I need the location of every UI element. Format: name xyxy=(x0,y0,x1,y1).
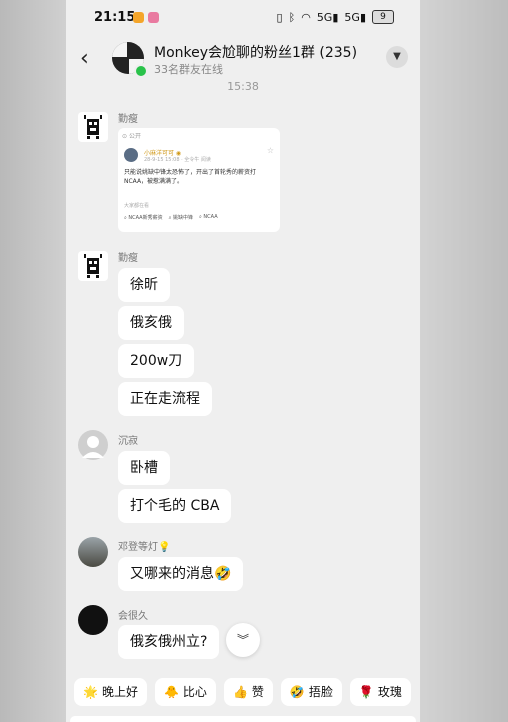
notification-app-icon-2 xyxy=(148,12,159,23)
avatar[interactable] xyxy=(78,112,108,142)
sender-name: 勤瘦 xyxy=(118,114,138,125)
card-tag-label: NCAA xyxy=(203,214,218,220)
message-bubble[interactable]: 又哪来的消息🤣 xyxy=(118,557,244,591)
card-text: 只能说姚缺中锋太恐怖了，开出了首轮秀的薪资打NCAA，被惹满满了。 xyxy=(124,169,257,185)
quick-reply-emoji: 🤣 xyxy=(289,685,305,699)
status-time: 21:15 xyxy=(94,10,136,25)
quick-reply-chip[interactable]: 👍 赞 xyxy=(223,678,273,706)
card-tags: ⌕ NCAA新秀薪资 ⌕ 姚缺中锋 ⌕ NCAA xyxy=(124,214,218,221)
card-footer: 大家都在看 xyxy=(124,203,150,209)
message-bubble[interactable]: 俄亥俄 xyxy=(118,306,184,340)
card-tag[interactable]: ⌕ 姚缺中锋 xyxy=(169,214,193,221)
shared-post-card[interactable]: ⊙ 公开 小麻洋可可 ◉ 28-9-15 15:08 · 全令牛 阅读 ☆ 只能… xyxy=(118,128,280,232)
avatar[interactable] xyxy=(78,251,108,281)
quick-reply-emoji: 🌟 xyxy=(83,685,98,699)
message-bubble[interactable]: 打个毛的 CBA xyxy=(118,489,232,523)
sender-name: 邓登等灯💡 xyxy=(118,542,171,553)
quick-reply-emoji: 👍 xyxy=(232,685,248,699)
signal-icon-2: 5G▮ xyxy=(344,10,366,24)
group-title[interactable]: Monkey会尬聊的粉丝1群 (235) xyxy=(154,42,357,62)
quick-reply-label: 捂脸 xyxy=(308,685,333,699)
chat-header: ‹ Monkey会尬聊的粉丝1群 (235) 33名群友在线 ▼ xyxy=(66,38,420,78)
status-bar: 21:15 ▯ ᛒ ◠ 5G▮ 5G▮ 9 xyxy=(66,0,420,36)
robot-avatar-icon xyxy=(84,254,102,278)
quick-reply-label: 赞 xyxy=(251,685,264,699)
quick-reply-label: 比心 xyxy=(182,685,207,699)
bluetooth-icon: ᛒ xyxy=(288,10,296,24)
background-right xyxy=(420,0,508,722)
card-visibility-label: 公开 xyxy=(128,133,141,140)
caret-down-icon[interactable]: ▼ xyxy=(386,46,408,68)
avatar[interactable] xyxy=(78,537,108,567)
signal-label-2: 5G xyxy=(344,10,360,24)
quick-reply-label: 玫瑰 xyxy=(377,685,402,699)
background-left xyxy=(0,0,66,722)
sender-name: 会很久 xyxy=(118,611,148,622)
card-tag[interactable]: ⌕ NCAA xyxy=(199,214,218,221)
avatar[interactable] xyxy=(78,605,108,635)
quick-reply-chip[interactable]: 🐥 比心 xyxy=(154,678,216,706)
quick-reply-chip[interactable]: 🌹 玫瑰 xyxy=(349,678,411,706)
card-user-avatar xyxy=(124,148,138,162)
avatar[interactable] xyxy=(78,430,108,460)
notification-app-icon xyxy=(133,12,144,23)
robot-avatar-icon xyxy=(84,115,102,139)
back-button[interactable]: ‹ xyxy=(80,46,89,71)
message-bubble[interactable]: 卧槽 xyxy=(118,451,170,485)
card-tag-label: NCAA新秀薪资 xyxy=(128,215,163,221)
quick-reply-emoji: 🌹 xyxy=(358,685,374,699)
message-input[interactable] xyxy=(70,716,416,722)
message-bubble[interactable]: 徐昕 xyxy=(118,268,170,302)
double-chevron-down-icon[interactable]: ︾ xyxy=(226,623,260,657)
wifi-icon: ◠ xyxy=(301,10,311,24)
message-bubble[interactable]: 俄亥俄州立? xyxy=(118,625,220,659)
status-right: ▯ ᛒ ◠ 5G▮ 5G▮ 9 xyxy=(277,10,394,24)
online-status-dot xyxy=(134,64,148,78)
avatar-tile xyxy=(112,42,127,57)
card-visibility: ⊙ 公开 xyxy=(122,133,141,140)
message-bubble[interactable]: 200w刀 xyxy=(118,344,195,378)
quick-reply-label: 晚上好 xyxy=(101,685,138,699)
card-tag-label: 姚缺中锋 xyxy=(173,215,194,221)
phone-screen: 21:15 ▯ ᛒ ◠ 5G▮ 5G▮ 9 ‹ Monkey会尬聊的粉丝1群 (… xyxy=(66,0,420,722)
message-bubble[interactable]: 正在走流程 xyxy=(118,382,212,416)
quick-reply-chip[interactable]: 🌟 晚上好 xyxy=(74,678,147,706)
message-timestamp: 15:38 xyxy=(227,80,259,93)
card-content: 小麻洋可可 ◉ 28-9-15 15:08 · 全令牛 阅读 ☆ 只能说姚缺中锋… xyxy=(124,144,276,230)
online-count: 33名群友在线 xyxy=(154,63,223,76)
sender-name: 沉寂 xyxy=(118,436,138,447)
signal-icon-1: 5G▮ xyxy=(316,10,339,24)
sender-name: 勤瘦 xyxy=(118,253,138,264)
quick-reply-chip[interactable]: 🤣 捂脸 xyxy=(280,678,342,706)
card-tag[interactable]: ⌕ NCAA新秀薪资 xyxy=(124,214,163,221)
default-user-icon xyxy=(82,436,104,458)
card-meta: 28-9-15 15:08 · 全令牛 阅读 xyxy=(144,157,211,163)
star-icon[interactable]: ☆ xyxy=(267,146,274,155)
battery-icon: 9 xyxy=(372,10,394,24)
quick-reply-bar: 🌟 晚上好 🐥 比心 👍 赞 🤣 捂脸 🌹 玫瑰 xyxy=(74,678,411,706)
signal-label-1: 5G xyxy=(316,10,333,24)
quick-reply-emoji: 🐥 xyxy=(163,685,179,699)
vibrate-icon: ▯ xyxy=(276,10,283,24)
